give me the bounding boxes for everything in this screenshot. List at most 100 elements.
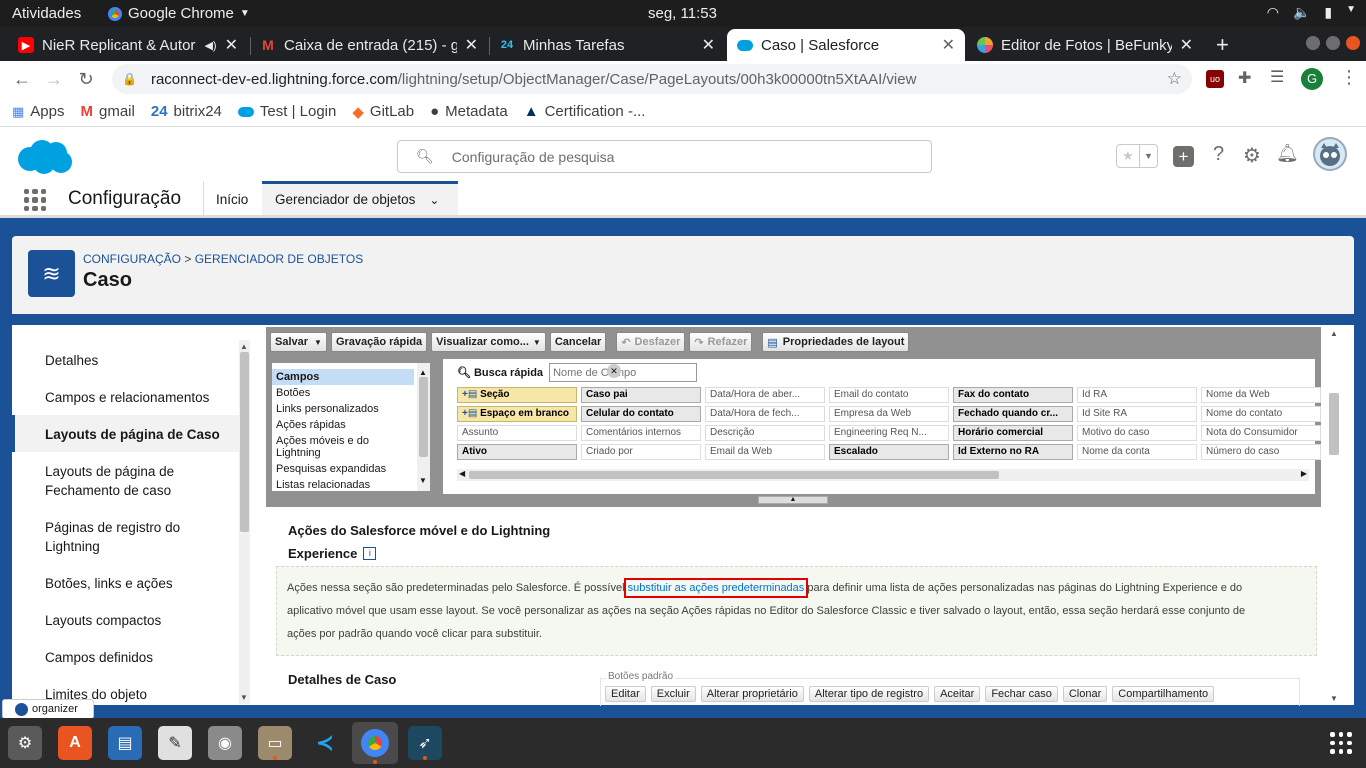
- maximize-button[interactable]: [1326, 36, 1340, 50]
- close-icon[interactable]: ✕: [702, 35, 715, 55]
- files-app-icon[interactable]: ▭: [258, 726, 292, 760]
- breadcrumb-setup[interactable]: CONFIGURAÇÃO: [83, 252, 181, 266]
- browser-tab-youtube[interactable]: ▶ NieR Replicant & Autor ◀) ✕: [8, 29, 248, 61]
- field-area-h-scrollbar[interactable]: ◀ ▶: [457, 469, 1309, 481]
- palette-field-item[interactable]: Criado por: [581, 444, 701, 460]
- sidebar-scrollbar[interactable]: ▲ ▼: [239, 340, 250, 704]
- text-editor-icon[interactable]: ✎: [158, 726, 192, 760]
- main-scrollbar[interactable]: ▲ ▼: [1327, 327, 1341, 705]
- extensions-icon[interactable]: ✚: [1238, 68, 1251, 88]
- vscode-icon[interactable]: ≺: [308, 726, 342, 760]
- bookmark-test-login[interactable]: Test | Login: [237, 103, 336, 120]
- palette-field-item[interactable]: Id Site RA: [1077, 406, 1197, 422]
- postman-like-app-icon[interactable]: ➶: [408, 726, 442, 760]
- ublock-icon[interactable]: uo: [1206, 70, 1224, 88]
- system-tray[interactable]: ◠ 🔈 ▮ ▼: [1267, 4, 1356, 21]
- palette-field-item[interactable]: Data/Hora de aber...: [705, 387, 825, 403]
- palette-collapse-handle[interactable]: ▲: [758, 496, 828, 504]
- edit-button[interactable]: Editar: [605, 686, 646, 702]
- forward-button[interactable]: →: [42, 67, 66, 91]
- palette-field-item[interactable]: Assunto: [457, 425, 577, 441]
- close-window-button[interactable]: [1346, 36, 1360, 50]
- organizer-extension-button[interactable]: organizer: [2, 699, 94, 719]
- profile-avatar[interactable]: G: [1301, 68, 1323, 90]
- bookmark-apps[interactable]: ▦ Apps: [12, 103, 65, 120]
- sidebar-item-field-sets[interactable]: Campos definidos: [45, 648, 153, 667]
- palette-field-item[interactable]: Motivo do caso: [1077, 425, 1197, 441]
- save-button[interactable]: Salvar ▼: [270, 332, 327, 352]
- close-case-button[interactable]: Fechar caso: [985, 686, 1058, 702]
- accept-button[interactable]: Aceitar: [934, 686, 981, 702]
- palette-field-item[interactable]: Nome da Web: [1201, 387, 1321, 403]
- palette-field-item[interactable]: Ativo: [457, 444, 577, 460]
- palette-field-item[interactable]: Nome da conta: [1077, 444, 1197, 460]
- favorites-button[interactable]: ★ ▼: [1116, 144, 1158, 168]
- category-item-mobile-actions[interactable]: Ações móveis e do Lightning: [272, 433, 412, 461]
- palette-field-item[interactable]: +▤ Espaço em branco: [457, 406, 577, 422]
- browser-tab-salesforce[interactable]: Caso | Salesforce ✕: [727, 29, 965, 61]
- cancel-button[interactable]: Cancelar: [549, 332, 607, 352]
- category-item-related-lists[interactable]: Listas relacionadas: [272, 477, 430, 493]
- chevron-down-icon[interactable]: ⌄: [429, 193, 439, 207]
- bookmark-certification[interactable]: ▲ Certification -...: [524, 103, 646, 120]
- category-item-custom-links[interactable]: Links personalizados: [272, 401, 430, 417]
- activities-button[interactable]: Atividades: [12, 5, 81, 22]
- sidebar-item-buttons-links[interactable]: Botões, links e ações: [45, 574, 173, 593]
- reload-button[interactable]: ↻: [74, 67, 98, 91]
- minimize-button[interactable]: [1306, 36, 1320, 50]
- palette-field-item[interactable]: Fax do contato: [953, 387, 1073, 403]
- override-actions-link[interactable]: substituir as ações predeterminadas: [623, 578, 809, 598]
- palette-field-item[interactable]: Id Externo no RA: [953, 444, 1073, 460]
- bookmark-gitlab[interactable]: ◆ GitLab: [352, 103, 414, 121]
- address-bar[interactable]: 🔒 raconnect-dev-ed.lightning.force.com/l…: [112, 64, 1192, 94]
- app-menu[interactable]: Google Chrome ▼: [108, 5, 250, 22]
- back-button[interactable]: ←: [10, 67, 34, 91]
- help-icon[interactable]: ?: [1213, 143, 1224, 166]
- sidebar-item-compact-layouts[interactable]: Layouts compactos: [45, 611, 161, 630]
- nav-item-object-manager[interactable]: Gerenciador de objetos ⌄: [262, 181, 458, 215]
- global-actions-icon[interactable]: +: [1173, 146, 1194, 167]
- quick-save-button[interactable]: Gravação rápida: [330, 332, 428, 352]
- redo-button[interactable]: ↷ Refazer: [689, 332, 753, 352]
- quick-find-input[interactable]: [549, 363, 698, 382]
- sidebar-item-close-layouts[interactable]: Layouts de página de Fechamento de caso: [45, 462, 205, 500]
- close-icon[interactable]: ✕: [942, 35, 955, 55]
- layout-properties-button[interactable]: ▤ Propriedades de layout: [762, 332, 910, 352]
- palette-field-item[interactable]: +▤ Seção: [457, 387, 577, 403]
- bell-icon[interactable]: 🔔︎: [1276, 143, 1299, 164]
- app-launcher-icon[interactable]: [24, 189, 46, 211]
- preview-as-button[interactable]: Visualizar como... ▼: [431, 332, 546, 352]
- palette-field-item[interactable]: Comentários internos: [581, 425, 701, 441]
- palette-field-item[interactable]: Caso pai: [581, 387, 701, 403]
- bookmark-gmail[interactable]: Mgmail: [81, 103, 135, 120]
- bookmark-metadata[interactable]: ● Metadata: [430, 103, 508, 120]
- star-icon[interactable]: ☆: [1167, 69, 1182, 89]
- sharing-button[interactable]: Compartilhamento: [1112, 686, 1215, 702]
- sidebar-item-details[interactable]: Detalhes: [45, 351, 98, 370]
- info-icon[interactable]: i: [363, 547, 377, 560]
- clear-icon[interactable]: ✕: [607, 364, 621, 378]
- setup-search-input[interactable]: 🔍︎ Configuração de pesquisa: [397, 140, 932, 173]
- salesforce-logo[interactable]: [16, 139, 74, 175]
- sidebar-item-page-layouts[interactable]: Layouts de página de Caso: [45, 425, 220, 444]
- change-owner-button[interactable]: Alterar proprietário: [700, 686, 804, 702]
- close-icon[interactable]: ✕: [465, 35, 478, 55]
- user-avatar[interactable]: [1313, 137, 1347, 171]
- camera-app-icon[interactable]: ◉: [208, 726, 242, 760]
- close-icon[interactable]: ✕: [1180, 35, 1193, 55]
- category-item-buttons[interactable]: Botões: [272, 385, 430, 401]
- browser-tab-bitrix[interactable]: 24 Minhas Tarefas ✕: [489, 29, 725, 61]
- software-center-icon[interactable]: A: [58, 726, 92, 760]
- sidebar-item-fields[interactable]: Campos e relacionamentos: [45, 388, 209, 407]
- palette-field-item[interactable]: Email do contato: [829, 387, 949, 403]
- browser-tab-gmail[interactable]: M Caixa de entrada (215) - ga ✕: [250, 29, 488, 61]
- category-item-quick-actions[interactable]: Ações rápidas: [272, 417, 430, 433]
- category-item-expanded-lookups[interactable]: Pesquisas expandidas: [272, 461, 430, 477]
- palette-field-item[interactable]: Engineering Req N...: [829, 425, 949, 441]
- palette-field-item[interactable]: Data/Hora de fech...: [705, 406, 825, 422]
- palette-field-item[interactable]: Número do caso: [1201, 444, 1321, 460]
- close-icon[interactable]: ✕: [225, 35, 238, 55]
- palette-field-item[interactable]: Nota do Consumidor: [1201, 425, 1321, 441]
- palette-field-item[interactable]: Descrição: [705, 425, 825, 441]
- palette-field-item[interactable]: Horário comercial: [953, 425, 1073, 441]
